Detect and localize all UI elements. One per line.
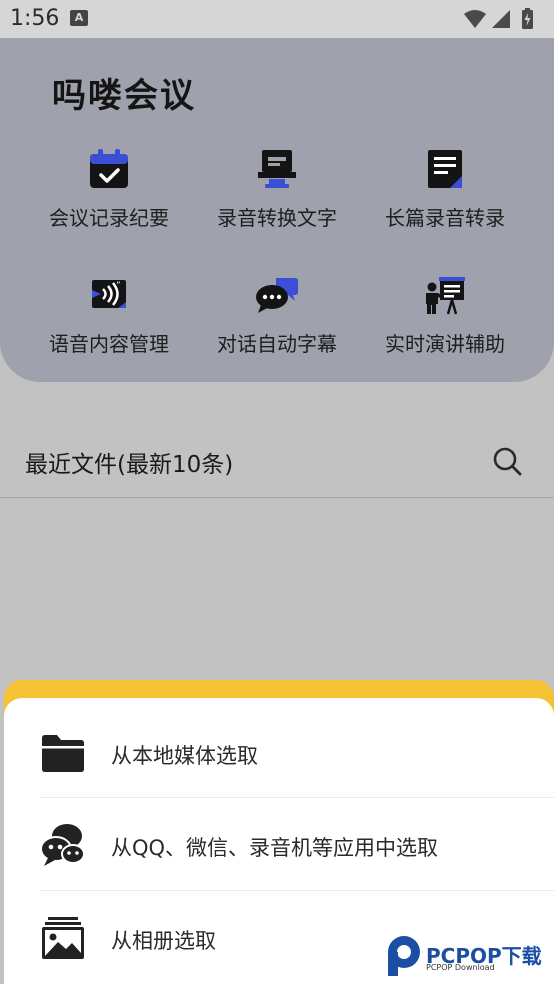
- voice-card-icon: ”: [92, 280, 126, 308]
- watermark-sub: PCPOP Download: [426, 963, 495, 972]
- feature-label: 语音内容管理: [49, 332, 169, 356]
- feature-label: 录音转换文字: [217, 206, 337, 230]
- pcpop-logo-icon: [388, 936, 420, 976]
- feature-audio-to-text[interactable]: 录音转换文字: [192, 148, 362, 231]
- pcpop-watermark: PCPOP下载 PCPOP Download: [384, 934, 554, 978]
- header-card: 吗喽会议 会议记录纪要 录音转换文字 长篇录音转录 ” 语音内容管理 对话自动字…: [0, 38, 554, 382]
- option-label: 从QQ、微信、录音机等应用中选取: [111, 836, 439, 860]
- feature-long-transcription[interactable]: 长篇录音转录: [360, 148, 530, 231]
- status-icons: [462, 8, 542, 34]
- feature-voice-management[interactable]: ” 语音内容管理: [24, 274, 194, 357]
- feature-label: 实时演讲辅助: [385, 332, 505, 356]
- svg-text:”: ”: [116, 281, 121, 291]
- monitor-icon: [258, 150, 296, 188]
- option-label: 从相册选取: [111, 929, 216, 953]
- feature-label: 长篇录音转录: [385, 206, 505, 230]
- feature-speech-assist[interactable]: 实时演讲辅助: [360, 274, 530, 357]
- folder-icon: [42, 735, 84, 772]
- feature-meeting-notes[interactable]: 会议记录纪要: [24, 148, 194, 231]
- chat-bubbles-icon: [256, 278, 298, 313]
- signal-icon: [492, 10, 510, 28]
- chat-group-icon: [40, 824, 85, 866]
- feature-label: 对话自动字幕: [217, 332, 337, 356]
- option-local-media[interactable]: 从本地媒体选取: [4, 706, 554, 799]
- notification-a-icon: A: [70, 10, 88, 26]
- option-other-apps[interactable]: 从QQ、微信、录音机等应用中选取: [4, 798, 554, 891]
- status-time: 1:56: [10, 6, 60, 31]
- calendar-check-icon: [90, 149, 128, 188]
- presentation-icon: [426, 277, 465, 315]
- option-label: 从本地媒体选取: [111, 744, 258, 768]
- battery-icon: [522, 8, 533, 29]
- search-button[interactable]: [490, 444, 524, 478]
- status-bar: 1:56 A: [0, 0, 554, 38]
- gallery-icon: [42, 917, 84, 959]
- section-divider: [0, 497, 554, 498]
- app-title: 吗喽会议: [52, 76, 196, 116]
- wifi-icon: [464, 10, 486, 28]
- feature-auto-subtitles[interactable]: 对话自动字幕: [192, 274, 362, 357]
- recent-files-title: 最近文件(最新10条): [25, 452, 234, 478]
- document-icon: [428, 150, 462, 188]
- search-icon: [493, 447, 522, 476]
- feature-label: 会议记录纪要: [49, 206, 169, 230]
